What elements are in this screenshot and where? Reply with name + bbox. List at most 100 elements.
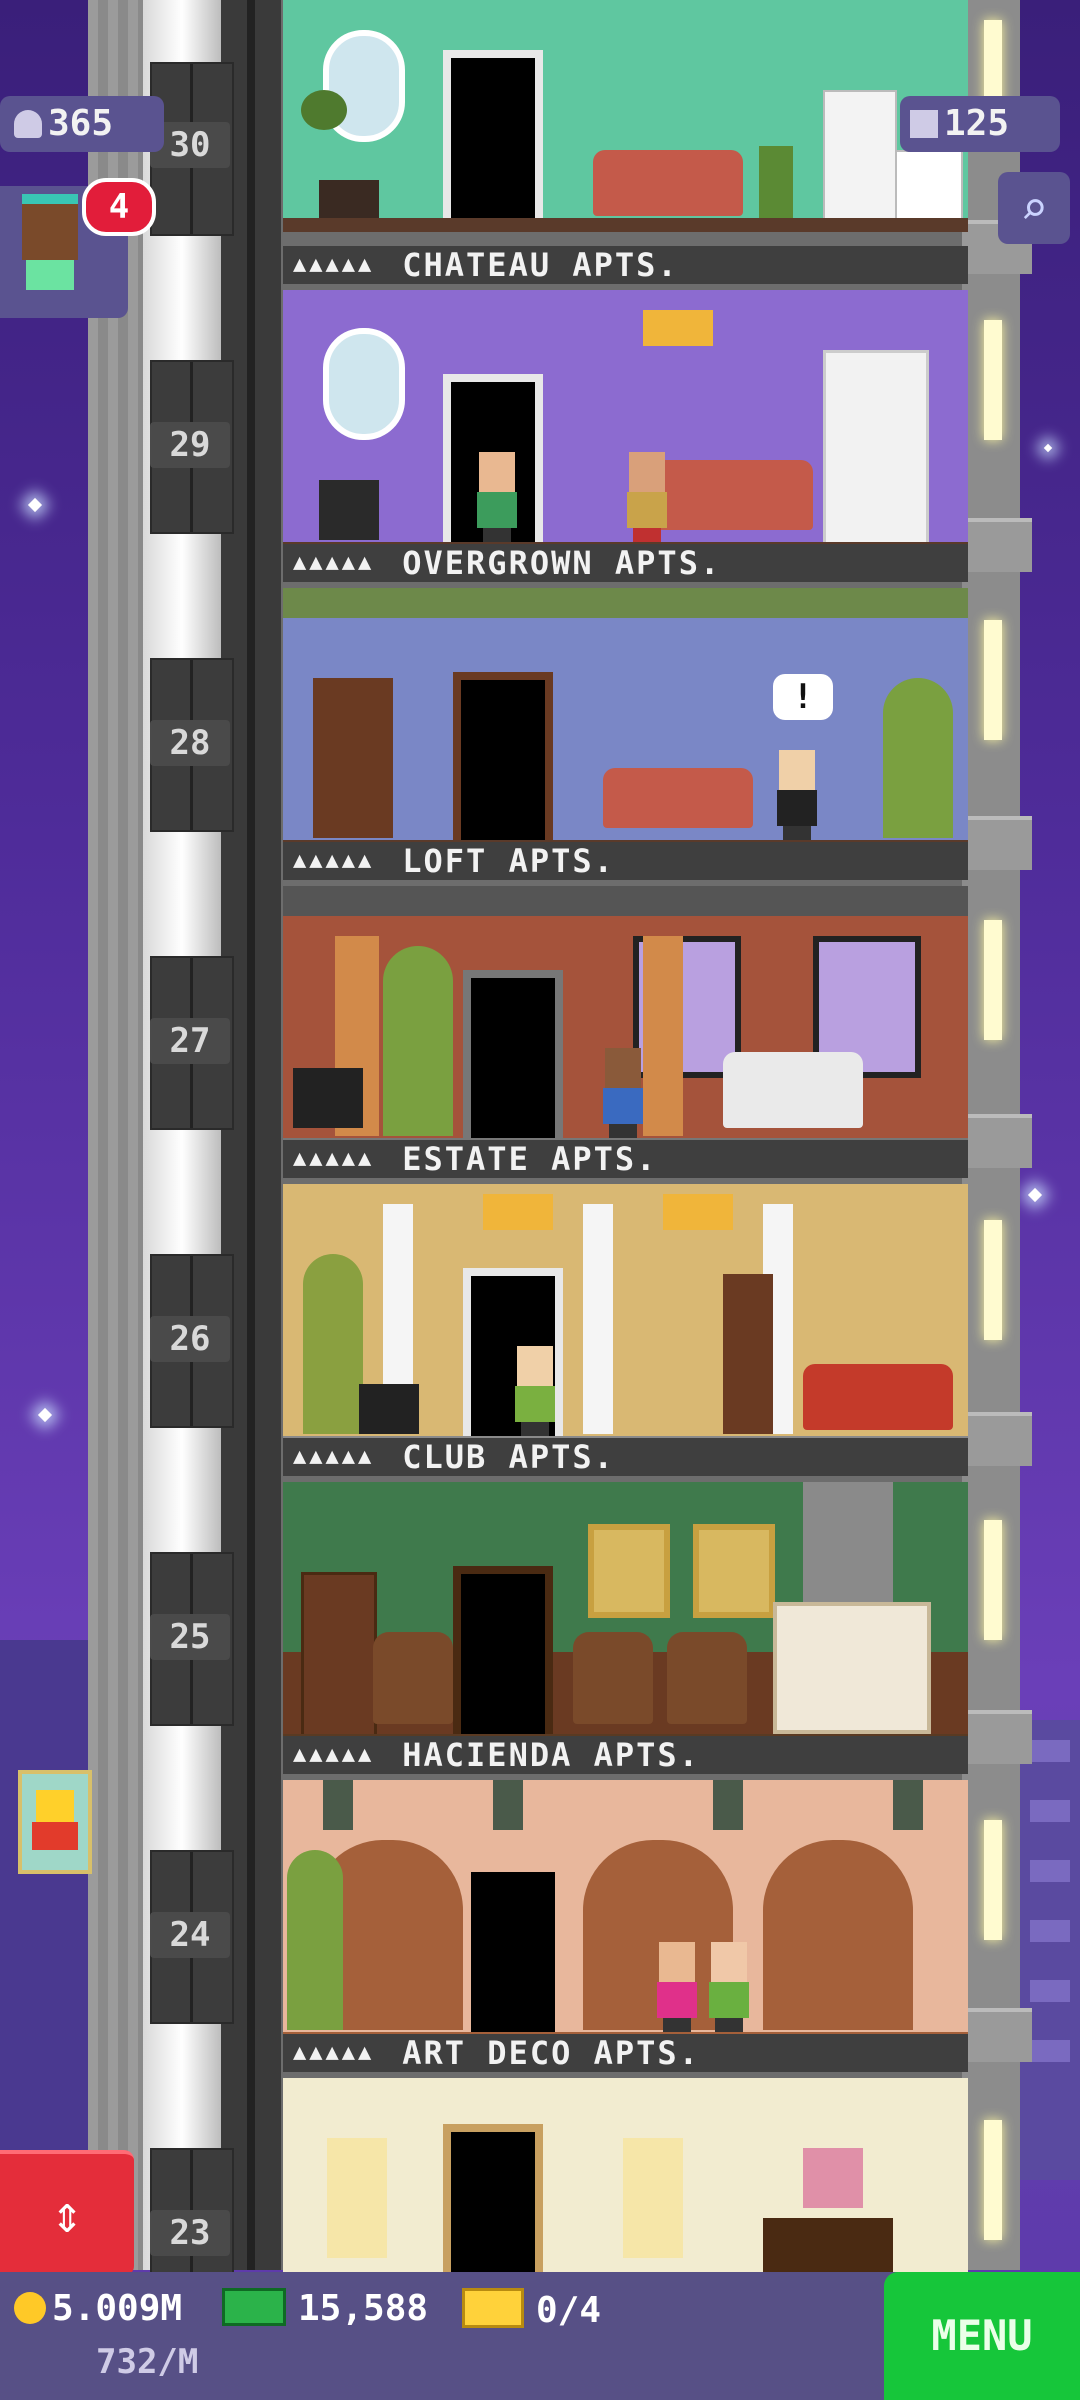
floor-26[interactable]	[283, 1184, 968, 1450]
speakers	[293, 1068, 363, 1128]
menu-button[interactable]: MENU	[884, 2272, 1080, 2400]
population-counter[interactable]: 365	[0, 96, 164, 152]
floor-28[interactable]: !	[283, 588, 968, 854]
coin-rate: 732/M	[96, 2342, 199, 2382]
floor-name: LOFT APTS.	[402, 842, 615, 880]
tower-left-wall	[88, 0, 143, 2270]
apartment-door[interactable]	[463, 970, 563, 1138]
sofa	[603, 768, 753, 828]
floor-name-bar: ▲▲▲▲▲ ART DECO APTS.	[283, 2034, 968, 2072]
side-table	[763, 2218, 893, 2272]
floor-name-bar: ▲▲▲▲▲ OVERGROWN APTS.	[283, 544, 968, 582]
floor-name-bar: ▲▲▲▲▲ ESTATE APTS.	[283, 1140, 968, 1178]
avatar-shirt	[26, 260, 74, 290]
tenant[interactable]	[623, 452, 671, 542]
background-building	[0, 1640, 90, 2160]
apartment-door[interactable]	[443, 2124, 543, 2272]
rail-light	[984, 2120, 1002, 2240]
floor-number: 25	[150, 1614, 230, 1660]
floor-29[interactable]	[283, 290, 968, 556]
person-icon	[14, 110, 42, 138]
ticket-icon	[462, 2288, 524, 2328]
floor-name: OVERGROWN APTS.	[402, 544, 722, 582]
bux-counter[interactable]: 125	[900, 96, 1060, 152]
floor-number: 29	[150, 422, 230, 468]
floor-name-bar: ▲▲▲▲▲ CHATEAU APTS.	[283, 246, 968, 284]
chandelier	[483, 1194, 553, 1230]
sky-star	[1027, 1187, 1043, 1203]
armchair	[373, 1632, 453, 1724]
rail-light	[984, 920, 1002, 1040]
coin-icon	[14, 2292, 46, 2324]
avatar	[22, 204, 78, 260]
tenant[interactable]	[705, 1942, 753, 2032]
plant	[883, 678, 953, 838]
plant	[303, 1254, 363, 1434]
wall-lamp	[327, 2138, 387, 2258]
background-building-right	[1020, 1720, 1080, 2180]
apartment-door[interactable]	[453, 1566, 553, 1734]
rail-light	[984, 620, 1002, 740]
coins-display[interactable]: 5.009M	[14, 2288, 182, 2329]
rail-bracket	[962, 1114, 1032, 1168]
portrait	[588, 1524, 670, 1618]
floor-number: 27	[150, 1018, 230, 1064]
floor-24[interactable]	[283, 1780, 968, 2046]
sofa	[653, 460, 813, 530]
lantern	[323, 1780, 353, 1830]
rail-light	[984, 1220, 1002, 1340]
search-icon[interactable]: ⌕	[998, 172, 1070, 244]
rail-bracket	[962, 2008, 1032, 2062]
rail-light	[984, 1820, 1002, 1940]
sofa	[593, 150, 743, 216]
armchair	[573, 1632, 653, 1724]
floor-25[interactable]	[283, 1482, 968, 1748]
tenant[interactable]	[473, 452, 521, 542]
fridge	[823, 90, 897, 222]
apartment-door[interactable]	[463, 1864, 563, 2032]
bux-display[interactable]: 15,588	[222, 2288, 428, 2329]
floor-27[interactable]	[283, 886, 968, 1152]
ceiling-beams	[283, 886, 968, 916]
potted-plant	[759, 146, 793, 218]
rail-bracket	[962, 518, 1032, 572]
floor-30[interactable]	[283, 0, 968, 232]
tenant[interactable]	[773, 750, 821, 840]
lantern	[713, 1780, 743, 1830]
pillar	[643, 936, 683, 1136]
floor-name-bar: ▲▲▲▲▲ HACIENDA APTS.	[283, 1736, 968, 1774]
sofa	[723, 1052, 863, 1128]
lantern	[493, 1780, 523, 1830]
tickets-display[interactable]: 0/4	[462, 2288, 601, 2331]
floor-name-bar: ▲▲▲▲▲ LOFT APTS.	[283, 842, 968, 880]
elevator-updown-button[interactable]: ⇕	[0, 2150, 134, 2276]
apartment-door[interactable]	[443, 50, 543, 218]
tenant[interactable]	[599, 1048, 647, 1138]
plant	[287, 1850, 343, 2030]
rail-bracket	[962, 1710, 1032, 1764]
apartment-door[interactable]	[453, 672, 553, 840]
cabinet	[823, 350, 929, 546]
floor-name: CHATEAU APTS.	[402, 246, 679, 284]
fireplace	[773, 1602, 931, 1734]
arch	[763, 1840, 913, 2030]
floor-name: HACIENDA APTS.	[402, 1736, 700, 1774]
rail-bracket	[962, 816, 1032, 870]
sky-star	[27, 497, 43, 513]
floor-23[interactable]	[283, 2078, 968, 2272]
chandelier	[663, 1194, 733, 1230]
side-table	[319, 180, 379, 218]
floor-name-bar: ▲▲▲▲▲ CLUB APTS.	[283, 1438, 968, 1476]
bookshelf	[313, 678, 393, 838]
fries-icon[interactable]	[18, 1770, 92, 1874]
chandelier	[643, 310, 713, 346]
rail-light	[984, 320, 1002, 440]
sky-star	[37, 1407, 53, 1423]
thought-bubble[interactable]: !	[773, 674, 833, 720]
tenant[interactable]	[511, 1346, 559, 1436]
chimney	[803, 1482, 893, 1602]
bookshelf	[301, 1572, 377, 1738]
building-icon	[910, 110, 938, 138]
tenant[interactable]	[653, 1942, 701, 2032]
column	[583, 1204, 613, 1434]
